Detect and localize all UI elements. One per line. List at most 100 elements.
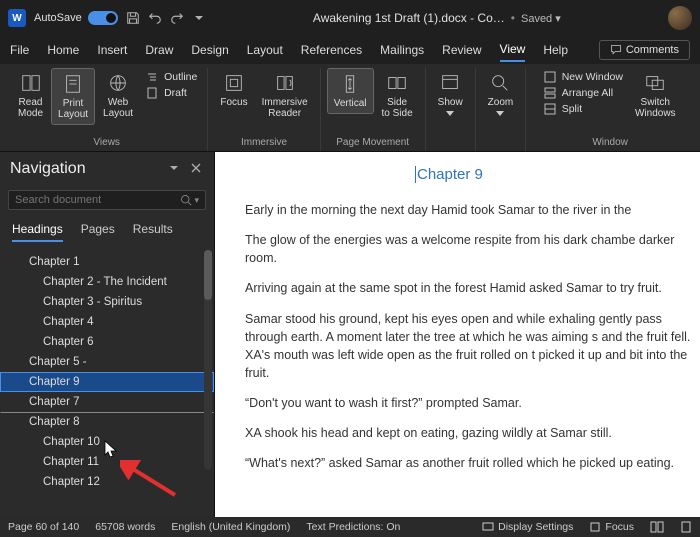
navigation-pane: Navigation ▾ Headings Pages Results Chap…: [0, 152, 215, 517]
save-icon[interactable]: [126, 11, 140, 25]
view-print-icon[interactable]: [680, 521, 692, 533]
ribbon-group-window: New Window Arrange All Split Switch Wind…: [526, 68, 694, 151]
status-predictions[interactable]: Text Predictions: On: [306, 521, 400, 533]
search-box[interactable]: ▾: [8, 190, 206, 210]
print-layout-icon: [62, 73, 84, 95]
group-label-views: Views: [93, 135, 120, 151]
tab-home[interactable]: Home: [47, 39, 79, 61]
group-label-page-movement: Page Movement: [336, 135, 409, 151]
ribbon: Read Mode Print Layout Web Layout Outlin…: [0, 64, 700, 152]
draft-icon: [145, 86, 159, 100]
new-window-button[interactable]: New Window: [543, 70, 623, 84]
zoom-dropdown[interactable]: Zoom: [482, 68, 520, 120]
tab-design[interactable]: Design: [191, 39, 228, 61]
display-settings-button[interactable]: Display Settings: [482, 521, 573, 533]
tab-insert[interactable]: Insert: [97, 39, 127, 61]
ribbon-group-page-movement: Vertical Side to Side Page Movement: [321, 68, 426, 151]
main-area: Navigation ▾ Headings Pages Results Chap…: [0, 152, 700, 517]
side-to-side-icon: [386, 72, 408, 94]
arrange-all-icon: [543, 86, 557, 100]
ribbon-tabs: File Home Insert Draw Design Layout Refe…: [0, 36, 700, 64]
comments-button[interactable]: Comments: [599, 40, 690, 60]
document-canvas[interactable]: Chapter 9 Early in the morning the next …: [215, 152, 700, 517]
saved-status[interactable]: Saved ▾: [521, 12, 561, 25]
chevron-down-icon[interactable]: [168, 162, 182, 176]
headings-list: Chapter 1Chapter 2 - The IncidentChapter…: [0, 248, 214, 517]
heading-item[interactable]: Chapter 3 - Spiritus: [0, 292, 214, 312]
navigation-title: Navigation: [10, 160, 160, 178]
doc-paragraph: The glow of the energies was a welcome r…: [245, 231, 700, 267]
focus-icon: [223, 72, 245, 94]
heading-item[interactable]: Chapter 1: [0, 252, 214, 272]
heading-item[interactable]: Chapter 5 -: [0, 352, 214, 372]
nav-tab-results[interactable]: Results: [133, 222, 173, 242]
tab-file[interactable]: File: [10, 39, 29, 61]
chevron-down-icon: [446, 111, 454, 116]
nav-tab-headings[interactable]: Headings: [12, 222, 63, 242]
heading-item[interactable]: Chapter 11: [0, 452, 214, 472]
heading-item[interactable]: Chapter 6: [0, 332, 214, 352]
focus-mode-button[interactable]: Focus: [589, 521, 634, 533]
heading-item[interactable]: Chapter 2 - The Incident: [0, 272, 214, 292]
show-icon: [439, 72, 461, 94]
search-input[interactable]: [15, 194, 180, 206]
title-bar: W AutoSave Awakening 1st Draft (1).docx …: [0, 0, 700, 36]
tab-references[interactable]: References: [301, 39, 362, 61]
autosave-label: AutoSave: [34, 12, 82, 24]
ribbon-group-zoom: Zoom: [476, 68, 527, 151]
web-layout-icon: [107, 72, 129, 94]
zoom-icon: [489, 72, 511, 94]
view-read-icon[interactable]: [650, 521, 664, 533]
status-language[interactable]: English (United Kingdom): [171, 521, 290, 533]
read-mode-button[interactable]: Read Mode: [12, 68, 49, 123]
heading-item[interactable]: Chapter 12: [0, 472, 214, 492]
tab-help[interactable]: Help: [543, 39, 568, 61]
web-layout-button[interactable]: Web Layout: [97, 68, 139, 123]
side-to-side-button[interactable]: Side to Side: [376, 68, 419, 123]
status-page[interactable]: Page 60 of 140: [8, 521, 79, 533]
nav-tab-pages[interactable]: Pages: [81, 222, 115, 242]
status-words[interactable]: 65708 words: [95, 521, 155, 533]
focus-mode-icon: [589, 521, 601, 533]
autosave-toggle-icon[interactable]: [88, 11, 118, 25]
user-avatar[interactable]: [668, 6, 692, 30]
heading-item[interactable]: Chapter 4: [0, 312, 214, 332]
heading-item[interactable]: Chapter 9: [0, 372, 214, 392]
redo-icon[interactable]: [170, 11, 184, 25]
focus-button[interactable]: Focus: [214, 68, 253, 112]
show-dropdown[interactable]: Show: [432, 68, 469, 120]
draft-button[interactable]: Draft: [145, 86, 197, 100]
heading-item[interactable]: Chapter 7: [0, 392, 214, 412]
arrange-all-button[interactable]: Arrange All: [543, 86, 623, 100]
doc-paragraph: “Don't you want to wash it first?” promp…: [245, 394, 700, 412]
ribbon-group-immersive: Focus Immersive Reader Immersive: [208, 68, 320, 151]
tab-view[interactable]: View: [500, 38, 526, 62]
tab-review[interactable]: Review: [442, 39, 481, 61]
tab-layout[interactable]: Layout: [247, 39, 283, 61]
new-window-icon: [543, 70, 557, 84]
outline-icon: [145, 70, 159, 84]
tab-draw[interactable]: Draw: [145, 39, 173, 61]
qat-dropdown-icon[interactable]: [192, 11, 206, 25]
read-mode-icon: [20, 72, 42, 94]
immersive-reader-button[interactable]: Immersive Reader: [256, 68, 314, 123]
doc-paragraph: Samar stood his ground, kept his eyes op…: [245, 310, 700, 383]
vertical-button[interactable]: Vertical: [327, 68, 374, 114]
switch-windows-button[interactable]: Switch Windows: [629, 68, 682, 123]
group-label-immersive: Immersive: [241, 135, 287, 151]
doc-paragraph: Early in the morning the next day Hamid …: [245, 201, 700, 219]
outline-button[interactable]: Outline: [145, 70, 197, 84]
scrollbar-thumb[interactable]: [204, 250, 212, 300]
undo-icon[interactable]: [148, 11, 162, 25]
status-bar: Page 60 of 140 65708 words English (Unit…: [0, 517, 700, 537]
print-layout-button[interactable]: Print Layout: [51, 68, 95, 125]
search-icon: [180, 194, 192, 206]
immersive-reader-icon: [274, 72, 296, 94]
split-button[interactable]: Split: [543, 102, 623, 116]
heading-item[interactable]: Chapter 10: [0, 432, 214, 452]
tab-mailings[interactable]: Mailings: [380, 39, 424, 61]
comment-icon: [610, 44, 622, 56]
autosave-control[interactable]: AutoSave: [34, 11, 118, 25]
close-icon[interactable]: [190, 162, 204, 176]
heading-item[interactable]: Chapter 8: [0, 412, 214, 432]
